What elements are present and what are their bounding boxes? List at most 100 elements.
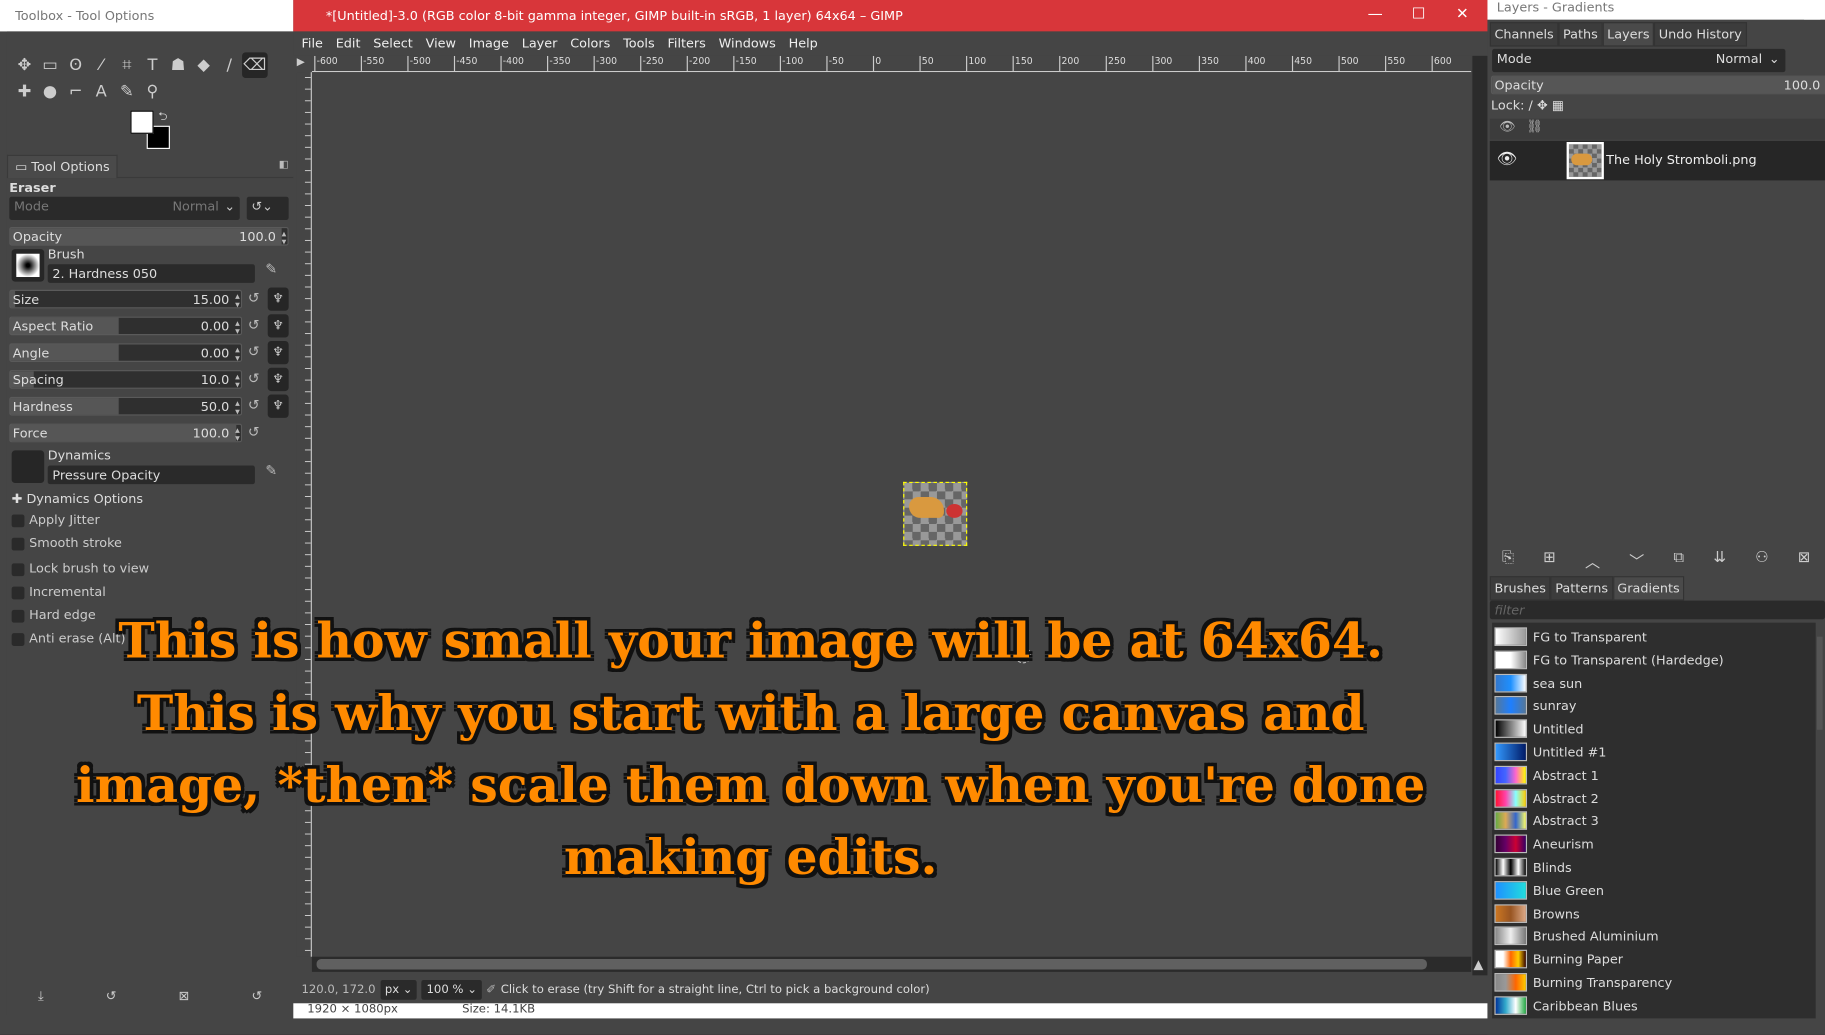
gradient-item[interactable]: Abstract 3 bbox=[1493, 811, 1807, 833]
brush-preview[interactable] bbox=[11, 249, 45, 282]
gradient-item[interactable]: Aneurism bbox=[1493, 834, 1807, 856]
mask-layer-icon[interactable]: ⚇ bbox=[1755, 549, 1769, 571]
chain-link-icon[interactable]: ♆ bbox=[267, 367, 289, 392]
gradient-item[interactable]: Burning Paper bbox=[1493, 949, 1807, 971]
mode-select[interactable]: Mode Normal ⌄ bbox=[9, 196, 240, 220]
delete-layer-icon[interactable]: ⊠ bbox=[1798, 549, 1811, 571]
slider-spacing[interactable]: Spacing 10.0 ▴ ▾ bbox=[9, 370, 243, 389]
vertical-scrollbar[interactable] bbox=[1472, 55, 1488, 976]
slider-angle[interactable]: Angle 0.00 ▴ ▾ bbox=[9, 343, 243, 363]
horizontal-ruler[interactable]: -600 -550 -500 -450 -400 -350 -300 -250 -200 -150… bbox=[311, 55, 1472, 73]
reset-options-icon[interactable]: ↺ bbox=[251, 988, 262, 1004]
tab-paths[interactable]: Paths bbox=[1558, 22, 1603, 47]
slider-force[interactable]: Force 100.0 ▴ ▾ bbox=[9, 423, 243, 443]
fg-bg-colors[interactable]: ⮌ bbox=[130, 110, 177, 152]
new-group-icon[interactable]: ⊞ bbox=[1543, 549, 1556, 571]
layer-name[interactable]: The Holy Stromboli.png bbox=[1606, 152, 1757, 167]
new-layer-icon[interactable]: ⎘ bbox=[1502, 549, 1514, 571]
slider-hardness[interactable]: Hardness 50.0 ▴ ▾ bbox=[9, 396, 243, 416]
checkbox-label[interactable]: Apply Jitter bbox=[29, 512, 100, 527]
tab-brushes[interactable]: Brushes bbox=[1489, 576, 1551, 601]
reset-icon[interactable]: ↺ bbox=[248, 424, 260, 440]
delete-options-icon[interactable]: ⊠ bbox=[179, 988, 190, 1004]
chain-link-icon[interactable]: ♆ bbox=[267, 287, 289, 311]
layer-row[interactable]: 👁 The Holy Stromboli.png bbox=[1489, 140, 1825, 181]
reset-icon[interactable]: ↺ bbox=[248, 370, 260, 386]
gradient-item[interactable]: Brushed Aluminium bbox=[1493, 926, 1807, 948]
tab-channels[interactable]: Channels bbox=[1489, 22, 1559, 47]
tab-undo-history[interactable]: Undo History bbox=[1654, 22, 1747, 47]
warp-tool-icon[interactable]: ☗ bbox=[165, 52, 191, 78]
reset-icon[interactable]: ↺ bbox=[248, 397, 260, 413]
gradient-list-scrollbar[interactable] bbox=[1816, 636, 1823, 730]
zoom-select[interactable]: 100 % ⌄ bbox=[421, 979, 482, 1000]
slider-aspect-ratio[interactable]: Aspect Ratio 0.00 ▴ ▾ bbox=[9, 316, 243, 336]
slider-size[interactable]: Size 15.00 ▴ ▾ bbox=[9, 289, 243, 309]
menu-filters[interactable]: Filters bbox=[667, 36, 705, 51]
gradient-item[interactable]: Browns bbox=[1493, 903, 1807, 925]
raise-layer-icon[interactable]: ︿ bbox=[1585, 549, 1600, 571]
dynamics-name[interactable]: Pressure Opacity bbox=[47, 465, 255, 485]
dynamics-options-expander[interactable]: ✚ Dynamics Options bbox=[12, 491, 143, 506]
menu-file[interactable]: File bbox=[301, 36, 322, 51]
gradient-item[interactable]: Caribbean Blues bbox=[1493, 996, 1807, 1017]
brush-name[interactable]: 2. Hardness 050 bbox=[47, 264, 255, 283]
checkbox-label[interactable]: Incremental bbox=[29, 584, 106, 599]
edit-dynamics-icon[interactable]: ✎ bbox=[265, 462, 277, 478]
menu-edit[interactable]: Edit bbox=[336, 36, 361, 51]
opacity-slider[interactable]: Opacity 100.0 ▴ ▾ bbox=[9, 226, 289, 246]
minimize-button[interactable]: — bbox=[1368, 6, 1383, 23]
layer-image-stromboli[interactable] bbox=[903, 481, 968, 546]
maximize-button[interactable]: ☐ bbox=[1412, 6, 1426, 23]
checkbox-label[interactable]: Lock brush to view bbox=[29, 561, 149, 576]
horizontal-scrollbar[interactable] bbox=[311, 956, 1472, 972]
restore-options-icon[interactable]: ↺ bbox=[106, 988, 117, 1004]
close-button[interactable]: ✕ bbox=[1456, 6, 1469, 23]
gradient-item[interactable]: Blinds bbox=[1493, 857, 1807, 879]
foreground-color[interactable] bbox=[130, 110, 154, 134]
transform-tool-icon[interactable]: T bbox=[140, 52, 166, 78]
fuzzy-select-tool-icon[interactable]: ⁄ bbox=[88, 52, 114, 78]
tab-gradients[interactable]: Gradients bbox=[1612, 576, 1685, 601]
smudge-tool-icon[interactable]: ● bbox=[37, 79, 63, 105]
checkbox[interactable] bbox=[11, 563, 25, 577]
checkbox-label[interactable]: Smooth stroke bbox=[29, 535, 122, 550]
reset-icon[interactable]: ↺ bbox=[248, 290, 260, 306]
gradient-item[interactable]: Burning Transparency bbox=[1493, 973, 1807, 994]
checkbox[interactable] bbox=[11, 586, 25, 600]
gradient-item[interactable]: sunray bbox=[1493, 696, 1807, 717]
tab-tool-options[interactable]: ▭ Tool Options bbox=[6, 154, 118, 179]
paintbrush-tool-icon[interactable]: / bbox=[216, 52, 242, 78]
zoom-tool-icon[interactable]: ⚲ bbox=[140, 79, 166, 105]
gradient-filter-input[interactable]: filter bbox=[1489, 600, 1825, 620]
heal-tool-icon[interactable]: ✚ bbox=[12, 79, 38, 105]
lock-position-icon[interactable]: ✥ bbox=[1537, 98, 1548, 113]
unit-select[interactable]: px ⌄ bbox=[380, 979, 418, 1000]
lock-alpha-icon[interactable]: ▦ bbox=[1552, 98, 1564, 113]
mode-reset-button[interactable]: ↺⌄ bbox=[246, 196, 289, 220]
lasso-tool-icon[interactable]: ʘ bbox=[63, 52, 89, 78]
move-tool-icon[interactable]: ✥ bbox=[12, 52, 38, 78]
menu-colors[interactable]: Colors bbox=[570, 36, 610, 51]
panel-menu-icon[interactable]: ◧ bbox=[279, 159, 289, 171]
gradient-item[interactable]: Abstract 1 bbox=[1493, 765, 1807, 787]
checkbox[interactable] bbox=[11, 633, 25, 646]
layer-visibility-icon[interactable]: 👁 bbox=[1497, 150, 1518, 169]
merge-layer-icon[interactable]: ⇊ bbox=[1713, 549, 1726, 571]
menu-windows[interactable]: Windows bbox=[719, 36, 776, 51]
layer-opacity-slider[interactable]: Opacity 100.0 bbox=[1490, 75, 1825, 95]
quick-mask-icon[interactable]: ▶ bbox=[297, 57, 311, 71]
eraser-tool-icon[interactable]: ⌫ bbox=[242, 52, 268, 78]
gradient-item[interactable]: FG to Transparent bbox=[1493, 627, 1807, 648]
tab-patterns[interactable]: Patterns bbox=[1550, 576, 1613, 601]
bucket-fill-tool-icon[interactable]: ◆ bbox=[191, 52, 217, 78]
tab-layers[interactable]: Layers bbox=[1602, 22, 1655, 47]
edit-brush-icon[interactable]: ✎ bbox=[265, 261, 277, 277]
gradient-item[interactable]: Blue Green bbox=[1493, 880, 1807, 902]
menu-tools[interactable]: Tools bbox=[623, 36, 655, 51]
reset-icon[interactable]: ↺ bbox=[248, 317, 260, 333]
checkbox[interactable] bbox=[11, 537, 25, 551]
gradient-item[interactable]: FG to Transparent (Hardedge) bbox=[1493, 650, 1807, 671]
dynamics-preview[interactable] bbox=[11, 450, 45, 484]
menu-layer[interactable]: Layer bbox=[522, 36, 558, 51]
